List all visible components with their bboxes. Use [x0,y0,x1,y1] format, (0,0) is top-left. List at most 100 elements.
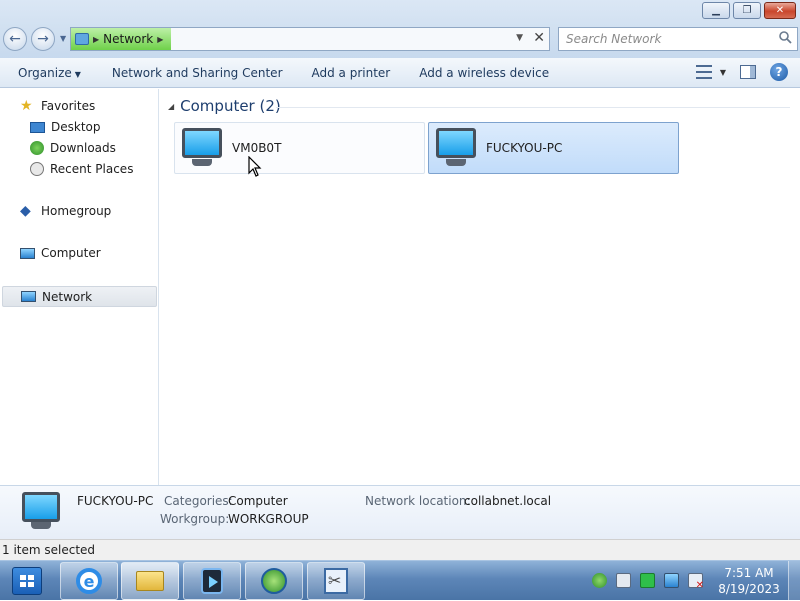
network-icon [21,291,36,302]
window-chrome: ▁ ❐ ✕ ← → ▼ ▶ Network ▶ ▼ ✕ Search Netwo… [0,0,800,58]
clock[interactable]: 7:51 AM 8/19/2023 [714,565,784,597]
search-input[interactable]: Search Network [558,27,798,51]
help-icon[interactable]: ? [770,63,788,81]
back-arrow-icon: ← [9,31,21,47]
show-desktop-button[interactable] [788,561,800,601]
organize-button[interactable]: Organize ▼ [0,66,92,80]
taskbar-download-manager[interactable] [245,562,303,600]
breadcrumb-network[interactable]: Network [103,32,153,46]
windows-logo-icon [20,575,26,580]
download-manager-icon [261,568,287,594]
downloads-icon [30,141,44,155]
recent-places-icon [30,162,44,176]
internet-explorer-icon: e [76,568,102,594]
details-workgroup-value: WORKGROUP [228,512,309,526]
homegroup-icon: ◆ [20,203,31,219]
sidebar-item-label: Favorites [41,99,96,113]
collapse-icon[interactable]: ◢ [168,102,174,111]
close-button[interactable]: ✕ [764,2,796,19]
sidebar-item-computer[interactable]: Computer [20,246,101,260]
details-categories-value: Computer [228,494,288,508]
computer-name: FUCKYOU-PC [486,141,563,155]
breadcrumb[interactable]: ▶ Network ▶ [71,28,172,50]
sidebar-item-network[interactable]: Network [2,286,157,307]
forward-button[interactable]: → [31,27,55,51]
sidebar-item-label: Recent Places [50,162,134,176]
window-controls: ▁ ❐ ✕ [702,2,796,19]
details-network-location-value: collabnet.local [464,494,552,508]
sidebar-item-label: Computer [41,246,101,260]
tray-app-icon[interactable] [592,573,607,588]
sidebar-item-favorites[interactable]: ★ Favorites [20,99,95,113]
address-bar[interactable]: ▶ Network ▶ ▼ ✕ [70,27,550,51]
status-bar: 1 item selected [0,539,800,560]
minimize-icon: ▁ [712,5,720,16]
star-icon: ★ [20,98,33,114]
organize-label: Organize [18,65,72,80]
maximize-button[interactable]: ❐ [733,2,761,19]
computer-name: VM0B0T [232,141,282,155]
taskbar-windows-explorer[interactable] [121,562,179,600]
taskbar-internet-explorer[interactable]: e [60,562,118,600]
group-header[interactable]: ◢ Computer (2) [168,97,281,115]
desktop-icon [30,121,45,133]
close-icon: ✕ [775,5,785,16]
sidebar-item-downloads[interactable]: Downloads [30,141,116,155]
clock-date: 8/19/2023 [718,582,780,596]
network-computer-item[interactable]: FUCKYOU-PC [428,122,679,174]
taskbar-media-player[interactable] [183,562,241,600]
tray-device-icon[interactable] [616,573,631,588]
group-divider [276,107,790,108]
search-placeholder: Search Network [566,32,662,46]
chevron-down-icon: ▼ [719,67,726,77]
snipping-tool-icon [324,568,348,594]
recent-pages-dropdown[interactable]: ▼ [60,34,66,43]
tray-status-icon[interactable] [640,573,655,588]
add-wireless-device-button[interactable]: Add a wireless device [401,66,560,80]
clock-time: 7:51 AM [724,566,774,580]
chevron-right-icon[interactable]: ▶ [93,35,99,44]
start-button[interactable] [12,567,42,595]
navigation-pane: ★ Favorites Desktop Downloads Recent Pla… [0,89,159,485]
file-list: ◢ Computer (2) VM0B0T FUCKYOU-PC [160,89,800,485]
sidebar-item-label: Desktop [51,120,101,134]
taskbar-snipping-tool[interactable] [307,562,365,600]
mouse-cursor-icon [248,156,262,177]
stop-icon[interactable]: ✕ [533,30,545,46]
group-title: Computer (2) [180,97,281,115]
details-categories-label: Categories: [164,494,233,508]
search-icon[interactable] [779,31,792,44]
computer-icon [20,247,35,259]
command-bar: Organize ▼ Network and Sharing Center Add… [0,58,800,88]
chevron-down-icon: ▼ [74,69,81,79]
back-button[interactable]: ← [3,27,27,51]
details-network-location-label: Network location: [365,494,471,508]
chevron-right-icon[interactable]: ▶ [157,35,163,44]
system-tray: ✕ [592,573,704,591]
network-computer-item[interactable]: VM0B0T [174,122,425,174]
taskbar: e ✕ 7:51 AM 8/19/2023 [0,560,800,601]
sidebar-item-desktop[interactable]: Desktop [30,120,101,134]
add-printer-button[interactable]: Add a printer [294,66,402,80]
forward-arrow-icon: → [37,31,49,47]
network-icon [75,33,89,45]
network-tray-icon[interactable] [664,573,679,588]
minimize-button[interactable]: ▁ [702,2,730,19]
address-dropdown-icon[interactable]: ▼ [516,33,523,43]
computer-icon [436,126,476,170]
sidebar-item-label: Network [42,289,93,304]
media-player-icon [201,568,223,594]
preview-pane-icon[interactable] [740,65,756,79]
view-icon [695,65,712,79]
sidebar-item-homegroup[interactable]: ◆ Homegroup [20,204,111,218]
network-sharing-center-button[interactable]: Network and Sharing Center [92,66,294,80]
folder-icon [136,571,164,591]
view-controls: ▼ ? [695,63,788,81]
computer-icon [22,492,62,536]
sidebar-item-label: Homegroup [41,204,112,218]
details-pane: FUCKYOU-PC Categories: Computer Workgrou… [0,485,800,539]
sidebar-item-recent-places[interactable]: Recent Places [30,162,133,176]
change-view-button[interactable]: ▼ [695,65,726,79]
volume-muted-icon[interactable]: ✕ [688,573,704,591]
selection-status: 1 item selected [2,543,96,557]
